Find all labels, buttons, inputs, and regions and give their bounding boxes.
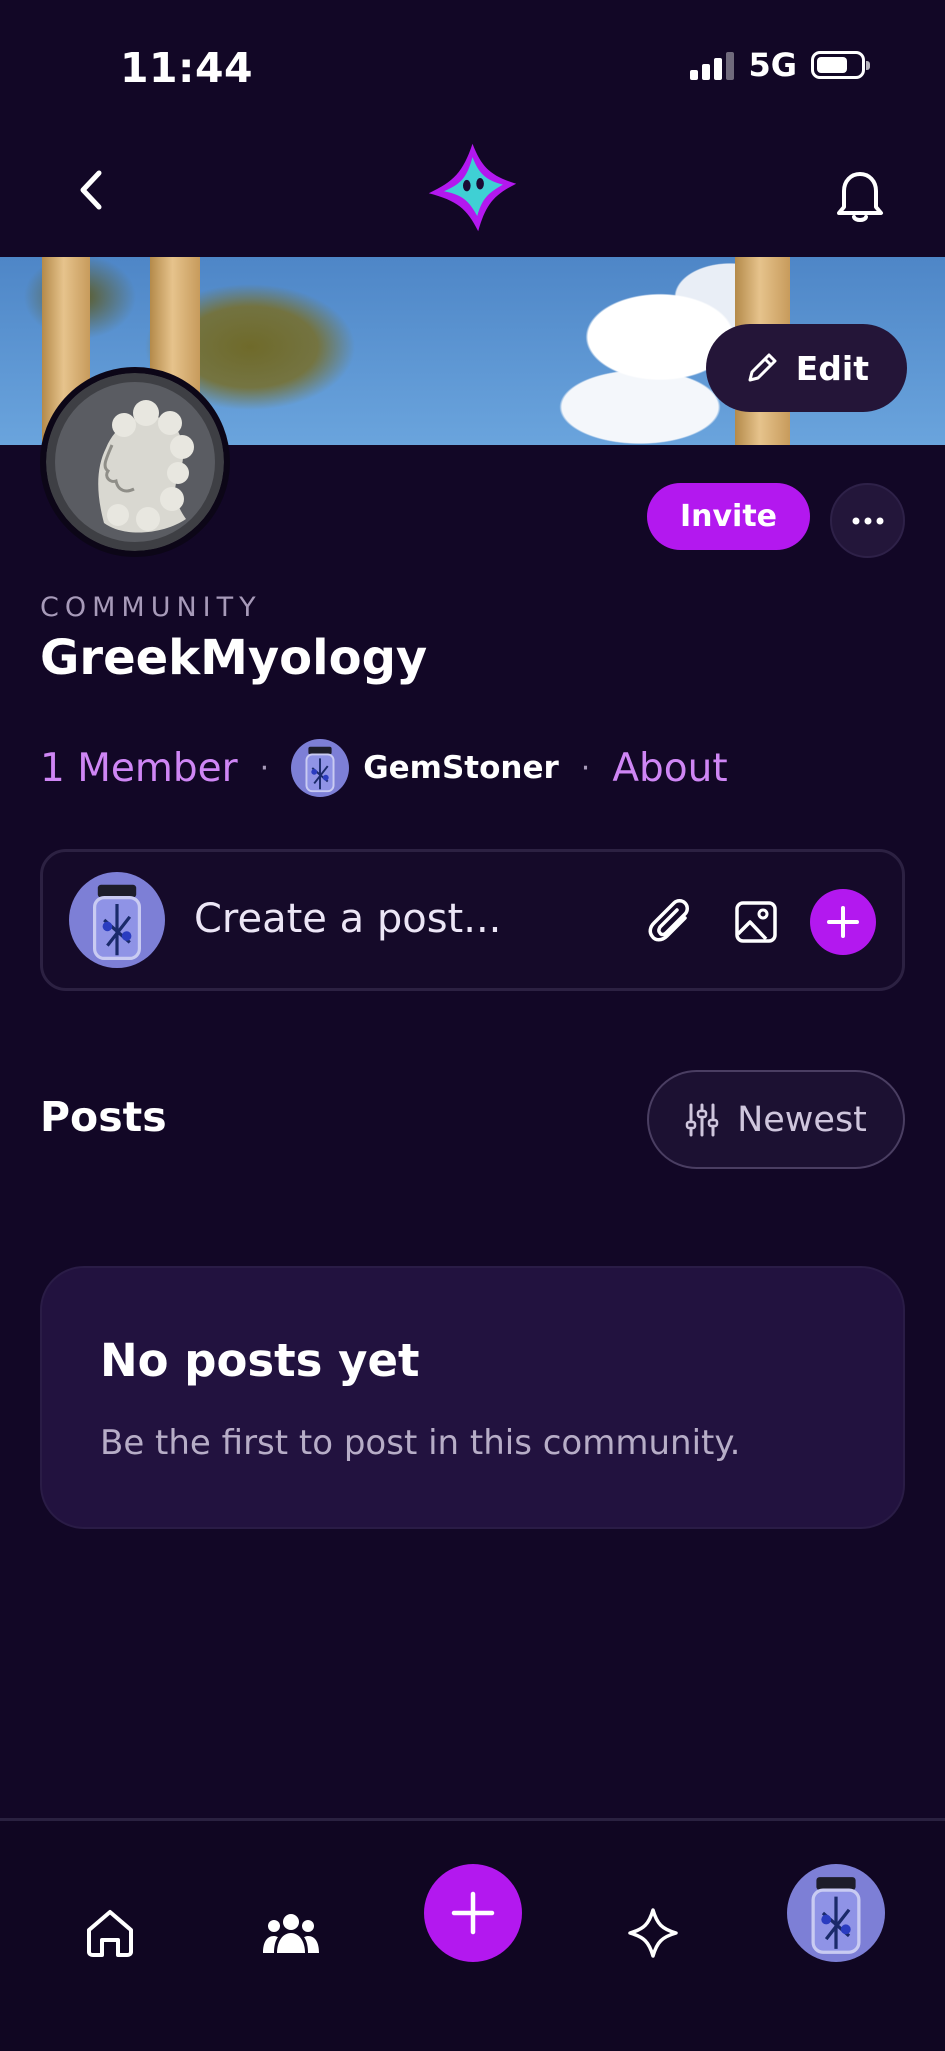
back-icon [80, 170, 102, 210]
user-avatar [69, 872, 165, 968]
image-icon [735, 901, 777, 943]
paperclip-icon [648, 899, 689, 942]
submit-post-button[interactable] [810, 889, 876, 955]
status-indicators: 5G [690, 46, 870, 84]
tab-discover[interactable] [613, 1893, 693, 1973]
community-title: GreekMyology [40, 630, 428, 686]
tab-communities[interactable] [251, 1893, 331, 1973]
sort-label: Newest [737, 1099, 867, 1140]
bottom-tab-bar [0, 1818, 945, 2051]
attach-file-button[interactable] [641, 892, 701, 952]
empty-state-card: No posts yet Be the first to post in thi… [40, 1266, 905, 1529]
more-options-button[interactable] [830, 483, 905, 558]
back-button[interactable] [60, 160, 120, 220]
owner-name-link[interactable]: GemStoner [363, 750, 559, 786]
community-avatar[interactable] [40, 367, 230, 557]
network-type: 5G [748, 46, 797, 84]
empty-state-title: No posts yet [100, 1334, 420, 1387]
separator-dot: · [580, 750, 591, 786]
sort-posts-button[interactable]: Newest [647, 1070, 905, 1169]
signal-icon [690, 50, 735, 80]
edit-banner-button[interactable]: Edit [705, 324, 907, 412]
plus-icon [451, 1891, 495, 1935]
owner-avatar[interactable] [291, 739, 350, 797]
pencil-icon [748, 353, 777, 382]
plus-icon [827, 906, 859, 938]
create-post-composer[interactable]: Create a post... [40, 849, 905, 991]
create-post-input[interactable]: Create a post... [194, 896, 501, 942]
community-label: COMMUNITY [40, 592, 262, 623]
app-logo-icon[interactable] [425, 140, 520, 235]
tab-home[interactable] [70, 1893, 150, 1973]
edit-label: Edit [795, 348, 869, 388]
posts-heading: Posts [40, 1093, 167, 1141]
invite-button[interactable]: Invite [647, 483, 810, 550]
member-count-link[interactable]: 1 Member [40, 746, 238, 791]
about-link[interactable]: About [612, 746, 727, 791]
separator-dot: · [259, 750, 270, 786]
sparkle-icon [628, 1908, 678, 1958]
community-icon [263, 1914, 319, 1953]
tab-create-post[interactable] [424, 1864, 522, 1962]
battery-icon [811, 51, 870, 79]
community-meta: 1 Member · GemStoner · About [40, 738, 728, 798]
tab-profile[interactable] [787, 1864, 885, 1962]
status-time: 11:44 [120, 44, 254, 92]
home-icon [87, 1910, 133, 1957]
add-image-button[interactable] [726, 892, 786, 952]
notifications-button[interactable] [825, 160, 895, 230]
bell-icon [837, 172, 883, 222]
more-icon [852, 517, 883, 524]
sliders-icon [685, 1103, 719, 1136]
empty-state-subtitle: Be the first to post in this community. [100, 1423, 741, 1463]
